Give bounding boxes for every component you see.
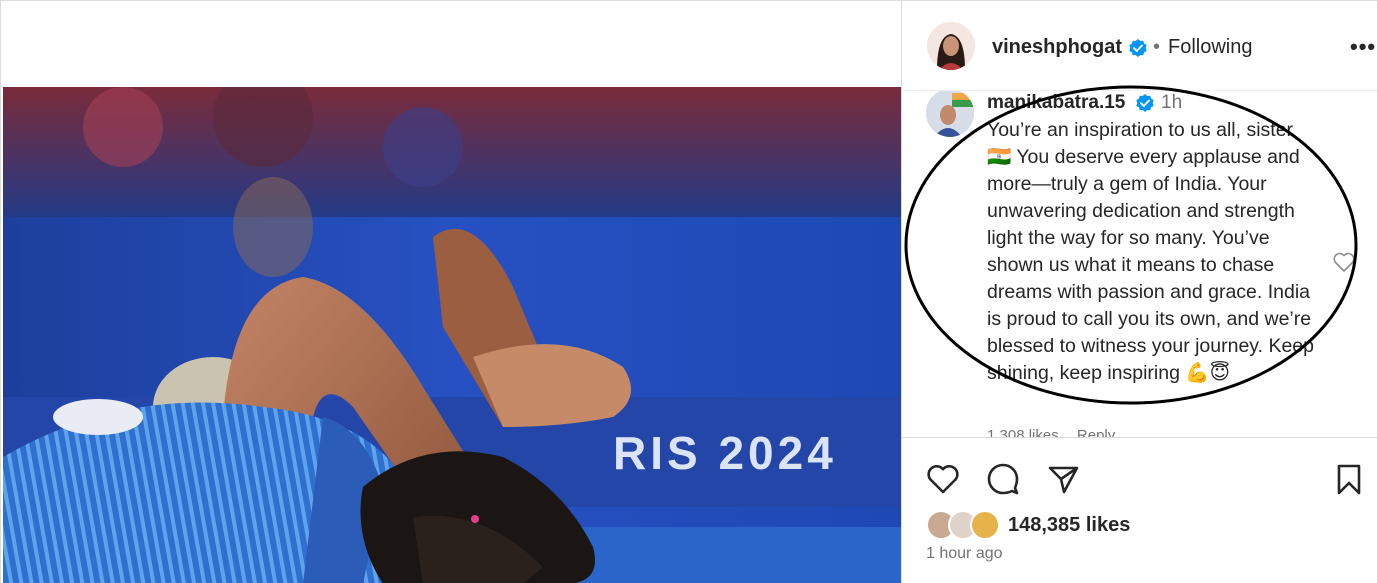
post-timestamp[interactable]: 1 hour ago <box>926 545 1003 563</box>
commenter-username[interactable]: manikabatra.15 <box>987 92 1125 114</box>
author-avatar-image <box>927 22 975 70</box>
post-header: vineshphogat • Following ••• <box>902 1 1377 91</box>
share-icon[interactable] <box>1046 462 1080 496</box>
instagram-post-view: RIS 2024 vineshphogat • Following ••• ma… <box>0 0 1377 583</box>
post-photo[interactable]: RIS 2024 <box>3 87 902 583</box>
comment-icon[interactable] <box>986 462 1020 496</box>
comment-like-heart-icon[interactable] <box>1332 251 1356 273</box>
more-options-button[interactable]: ••• <box>1350 34 1376 60</box>
like-heart-icon[interactable] <box>926 462 960 496</box>
author-username[interactable]: vineshphogat <box>992 36 1122 59</box>
following-button[interactable]: Following <box>1168 36 1252 59</box>
comment-likes[interactable]: 1,308 likes <box>987 427 1059 437</box>
liker-avatar <box>970 510 1000 540</box>
follow-separator: • <box>1153 36 1161 58</box>
post-image: RIS 2024 <box>3 87 902 583</box>
comment-text: You’re an inspiration to us all, sister … <box>987 119 1314 384</box>
author-avatar[interactable] <box>927 22 975 70</box>
commenter-verified-badge-icon <box>1136 94 1154 112</box>
bookmark-icon[interactable] <box>1332 462 1366 496</box>
comment-reply-button[interactable]: Reply <box>1077 427 1115 437</box>
commenter-avatar[interactable] <box>926 91 974 137</box>
likes-row: 148,385 likes <box>926 510 1366 542</box>
comment-meta: 1,308 likes Reply <box>987 427 1129 437</box>
media-pane: RIS 2024 <box>0 0 902 583</box>
post-actions: 148,385 likes 1 hour ago <box>902 437 1377 583</box>
comments-list[interactable]: manikabatra.15 1h You’re an inspiration … <box>902 91 1377 437</box>
commenter-avatar-image <box>926 91 974 137</box>
post-side-panel: vineshphogat • Following ••• manikabatra… <box>901 0 1377 583</box>
photo-paris-text: RIS 2024 <box>613 427 837 479</box>
likes-count[interactable]: 148,385 likes <box>1008 514 1130 537</box>
comment-time[interactable]: 1h <box>1161 92 1182 114</box>
verified-badge-icon <box>1129 39 1147 57</box>
